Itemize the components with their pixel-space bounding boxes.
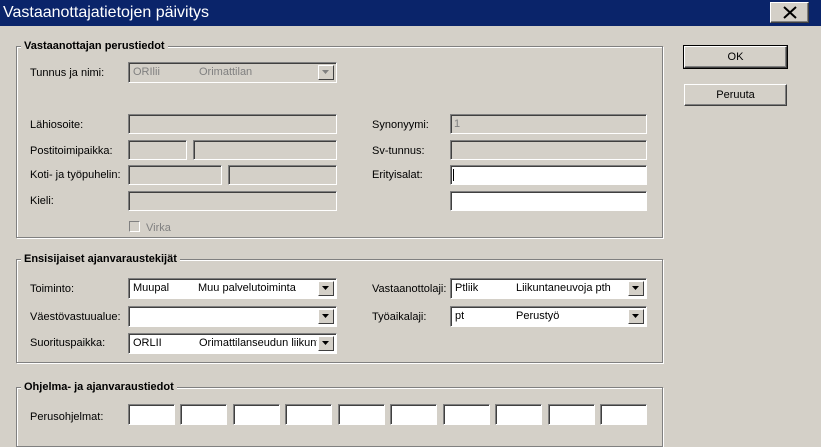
synonyymi-value: 1 [454, 118, 461, 130]
toiminto-code: Muupal [133, 282, 170, 294]
kieli-field [128, 191, 337, 211]
suorituspaikka-code: ORLII [133, 337, 162, 349]
close-icon [783, 6, 797, 19]
kotipuhelin-field [128, 165, 222, 185]
perusohjelma-field-4[interactable] [285, 404, 332, 425]
perusohjelma-field-6[interactable] [390, 404, 437, 425]
erityisalat-field-2[interactable] [450, 191, 647, 211]
chevron-down-icon [322, 286, 329, 290]
tyoaikalaji-name: Perustyö [516, 310, 560, 322]
perusohjelma-field-7[interactable] [443, 404, 490, 425]
suorituspaikka-dropdown-button[interactable] [318, 336, 334, 351]
chevron-down-icon [632, 314, 639, 318]
vastaanottolaji-dropdown-button[interactable] [628, 281, 644, 296]
toiminto-name: Muu palvelutoiminta [198, 282, 296, 294]
chevron-down-icon [322, 314, 329, 318]
kieli-label: Kieli: [30, 195, 54, 207]
text-caret [453, 169, 454, 181]
suorituspaikka-label: Suorituspaikka: [30, 337, 106, 349]
tunnus-name: Orimattilan [199, 66, 253, 78]
perusohjelma-field-1[interactable] [128, 404, 175, 425]
tyopuhelin-field [228, 165, 337, 185]
virka-checkbox[interactable] [129, 221, 140, 232]
perusohjelma-field-9[interactable] [548, 404, 595, 425]
puhelin-label: Koti- ja työpuhelin: [30, 169, 121, 181]
postinumero-field [128, 140, 187, 160]
tyoaikalaji-select[interactable]: pt Perustyö [450, 306, 647, 327]
ok-button[interactable]: OK [683, 45, 788, 69]
tunnus-label: Tunnus ja nimi: [30, 67, 105, 79]
vaestovastuualue-dropdown-button[interactable] [318, 309, 334, 324]
lahiosoite-label: Lähiosoite: [30, 119, 84, 131]
synonyymi-label: Synonyymi: [372, 119, 429, 131]
perusohjelma-field-10[interactable] [600, 404, 647, 425]
title-bar: Vastaanottajatietojen päivitys [0, 0, 821, 26]
tunnus-dropdown-button [318, 65, 334, 80]
primary-factors-legend: Ensisijaiset ajanvaraustekijät [21, 252, 180, 266]
erityisalat-label: Erityisalat: [372, 169, 423, 181]
tunnus-code: ORIlii [133, 66, 160, 78]
vastaanottolaji-name: Liikuntaneuvoja pth [516, 282, 611, 294]
toiminto-select[interactable]: Muupal Muu palvelutoiminta [128, 278, 337, 299]
vaestovastuualue-label: Väestövastuualue: [30, 311, 121, 323]
chevron-down-icon [322, 341, 329, 345]
basic-info-legend: Vastaanottajan perustiedot [21, 39, 168, 53]
suorituspaikka-name: Orimattilanseudun liikunt [199, 337, 317, 349]
tyoaikalaji-label: Työaikalaji: [372, 311, 427, 323]
cancel-button[interactable]: Peruuta [684, 84, 787, 106]
svtunnus-label: Sv-tunnus: [372, 145, 425, 157]
close-button[interactable] [770, 2, 809, 23]
perusohjelma-field-2[interactable] [180, 404, 227, 425]
perusohjelma-field-5[interactable] [338, 404, 385, 425]
perusohjelma-field-8[interactable] [495, 404, 542, 425]
svtunnus-field [450, 140, 647, 160]
vastaanottolaji-code: Ptliik [455, 282, 479, 294]
chevron-down-icon [322, 70, 329, 74]
toiminto-label: Toiminto: [30, 283, 75, 295]
window-title: Vastaanottajatietojen päivitys [3, 4, 210, 21]
tyoaikalaji-dropdown-button[interactable] [628, 309, 644, 324]
virka-label: Virka [146, 222, 171, 234]
postitoimipaikka-field [193, 140, 337, 160]
lahiosoite-field [128, 114, 337, 134]
suorituspaikka-select[interactable]: ORLII Orimattilanseudun liikunt [128, 333, 337, 354]
chevron-down-icon [632, 286, 639, 290]
vastaanottolaji-label: Vastaanottolaji: [372, 283, 447, 295]
perusohjelmat-label: Perusohjelmat: [30, 411, 104, 423]
erityisalat-field-1[interactable] [450, 165, 647, 185]
perusohjelma-field-3[interactable] [233, 404, 280, 425]
vastaanottolaji-select[interactable]: Ptliik Liikuntaneuvoja pth [450, 278, 647, 299]
synonyymi-field: 1 [450, 114, 647, 134]
vaestovastuualue-select[interactable] [128, 306, 337, 327]
tunnus-select: ORIlii Orimattilan [128, 62, 337, 83]
program-info-legend: Ohjelma- ja ajanvaraustiedot [21, 380, 177, 394]
tyoaikalaji-code: pt [455, 310, 465, 322]
toiminto-dropdown-button[interactable] [318, 281, 334, 296]
postitoimipaikka-label: Postitoimipaikka: [30, 145, 113, 157]
